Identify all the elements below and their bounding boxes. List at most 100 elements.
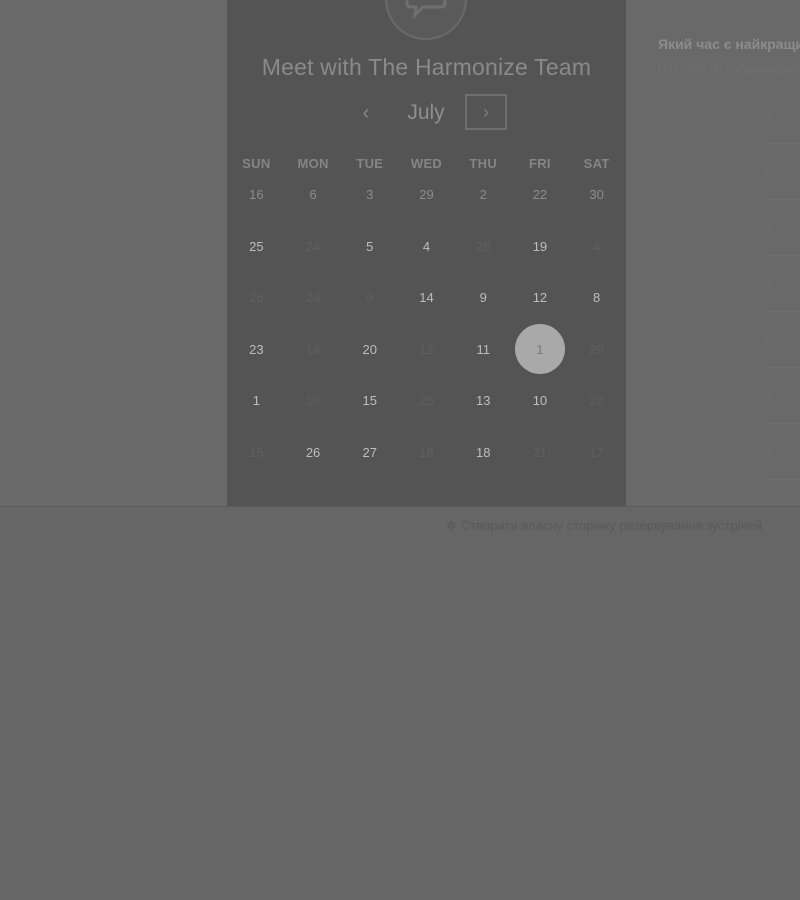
calendar-day: 22 bbox=[512, 169, 569, 221]
calendar-day[interactable]: 4 bbox=[398, 221, 455, 273]
calendar-day-number: 1 bbox=[536, 341, 544, 357]
calendar-day-number: 24 bbox=[305, 290, 321, 306]
time-slot[interactable]: 1 bbox=[766, 424, 800, 480]
calendar-day: 9 bbox=[341, 272, 398, 324]
calendar-day-number: 15 bbox=[249, 444, 264, 460]
calendar-day-number: 1 bbox=[252, 393, 260, 409]
calendar-day-number: 26 bbox=[249, 290, 264, 306]
chevron-left-icon: ‹ bbox=[362, 101, 370, 124]
calendar-day-number: 4 bbox=[422, 238, 431, 254]
calendar-day: 4 bbox=[568, 221, 625, 273]
calendar-day-number: 26 bbox=[305, 444, 321, 460]
calendar-day-number: 16 bbox=[249, 187, 264, 203]
time-slot[interactable]: 1 bbox=[766, 200, 800, 256]
sparkle-icon: ✲ bbox=[446, 518, 457, 533]
calendar-day: 15 bbox=[228, 427, 285, 479]
calendar-day[interactable]: 11 bbox=[455, 324, 512, 376]
calendar-day[interactable]: 13 bbox=[455, 375, 512, 427]
calendar-day[interactable]: 23 bbox=[228, 324, 285, 376]
time-selection-panel: Який час є найкращим? UTC +02:00 Східноє… bbox=[626, 0, 800, 506]
calendar-day[interactable]: 9 bbox=[455, 272, 512, 324]
page-title: Meet with The Harmonize Team bbox=[261, 54, 592, 80]
prev-month-button[interactable]: ‹ bbox=[351, 98, 381, 128]
calendar-day[interactable]: 5 bbox=[341, 221, 398, 273]
calendar-day-number: 13 bbox=[475, 393, 491, 409]
calendar-day: 10 bbox=[285, 375, 342, 427]
next-month-button[interactable]: › bbox=[465, 94, 507, 130]
chevron-right-icon: › bbox=[483, 101, 489, 122]
calendar-day: 24 bbox=[285, 272, 342, 324]
time-question: Який час є найкращим? bbox=[658, 36, 800, 52]
calendar-day-number: 19 bbox=[532, 238, 548, 254]
time-slot[interactable]: S bbox=[766, 144, 800, 200]
calendar-day[interactable]: 18 bbox=[455, 427, 512, 479]
month-navigation: ‹ July › bbox=[227, 94, 626, 132]
calendar-day: 18 bbox=[285, 324, 342, 376]
time-slot[interactable]: 1 bbox=[766, 256, 800, 312]
calendar-day: 18 bbox=[398, 427, 455, 479]
calendar-day-number: 30 bbox=[589, 187, 604, 203]
calendar-day-number: 25 bbox=[249, 238, 264, 254]
calendar-day-number: 8 bbox=[593, 290, 601, 306]
time-slot[interactable]: 1 bbox=[766, 368, 800, 424]
calendar-day-number: 9 bbox=[366, 290, 374, 306]
calendar-day-number: 29 bbox=[589, 341, 604, 357]
calendar-day-number: 15 bbox=[362, 393, 378, 409]
calendar-day-number: 4 bbox=[593, 238, 601, 254]
calendar-day: 29 bbox=[568, 324, 625, 376]
calendar-day-number: 23 bbox=[249, 341, 264, 357]
calendar-day[interactable]: 12 bbox=[512, 272, 569, 324]
booking-area: Meet with The Harmonize Team ‹ July › S U… bbox=[0, 0, 800, 507]
calendar-day: 16 bbox=[228, 169, 285, 221]
calendar-day[interactable]: 26 bbox=[285, 427, 342, 479]
calendar-day[interactable]: 8 bbox=[568, 272, 625, 324]
calendar-day: 2 bbox=[455, 169, 512, 221]
calendar-day: 28 bbox=[455, 221, 512, 273]
calendar-day-number: 18 bbox=[419, 444, 434, 460]
calendar-day: 6 bbox=[285, 169, 342, 221]
calendar-day-number: 28 bbox=[589, 393, 604, 409]
calendar-day-number: 11 bbox=[476, 341, 490, 357]
calendar-day[interactable]: 27 bbox=[341, 427, 398, 479]
calendar-day-number: 21 bbox=[532, 444, 548, 460]
time-slot[interactable]: 7 bbox=[766, 88, 800, 144]
calendar-day: 21 bbox=[512, 427, 569, 479]
calendar-day: 29 bbox=[398, 169, 455, 221]
calendar-day-number: 18 bbox=[305, 341, 321, 357]
calendar-day-number: 24 bbox=[305, 238, 321, 254]
calendar-day-number: 22 bbox=[532, 187, 548, 203]
calendar-day-number: 20 bbox=[362, 341, 378, 357]
calendar-day-number: 12 bbox=[532, 290, 548, 306]
calendar-day-number: 18 bbox=[475, 444, 491, 460]
calendar-day: 25 bbox=[398, 375, 455, 427]
calendar-day-number: 12 bbox=[419, 341, 434, 357]
calendar-day-number: 10 bbox=[532, 393, 548, 409]
time-slot-list: 7S11S11 bbox=[766, 88, 800, 480]
calendar-day-number: 28 bbox=[475, 238, 491, 254]
calendar-day: 3 bbox=[341, 169, 398, 221]
calendar-grid: 16 6 3 29 2 22 30 25 24 5 4 28 19 4 26 24 9 14 9 12 8 23 18 20 1… bbox=[227, 169, 626, 478]
calendar-day-number: 14 bbox=[419, 290, 434, 306]
month-label: July bbox=[407, 101, 445, 124]
calendar-day-number: 6 bbox=[309, 187, 317, 203]
calendar-day-selected[interactable]: 1 bbox=[512, 324, 569, 376]
calendar-day-number: 27 bbox=[362, 444, 378, 460]
create-booking-page-link[interactable]: ✲ Створити власну сторінку резервування з… bbox=[446, 518, 762, 534]
calendar-day: 24 bbox=[285, 221, 342, 273]
calendar-day[interactable]: 10 bbox=[512, 375, 569, 427]
calendar-day-number: 9 bbox=[479, 290, 487, 306]
calendar-day[interactable]: 15 bbox=[341, 375, 398, 427]
calendar-day: 12 bbox=[398, 324, 455, 376]
calendar-day: 17 bbox=[568, 427, 625, 479]
calendar-day: 30 bbox=[568, 169, 625, 221]
calendar-day-number: 3 bbox=[366, 187, 374, 203]
calendar-day[interactable]: 14 bbox=[398, 272, 455, 324]
calendar-day[interactable]: 1 bbox=[228, 375, 285, 427]
booking-page: Meet with The Harmonize Team ‹ July › S U… bbox=[0, 0, 800, 900]
calendar-day[interactable]: 20 bbox=[341, 324, 398, 376]
calendar-day[interactable]: 25 bbox=[228, 221, 285, 273]
time-slot[interactable]: S bbox=[766, 312, 800, 368]
chat-bubble-icon bbox=[405, 0, 447, 19]
calendar-day[interactable]: 19 bbox=[512, 221, 569, 273]
calendar-day: 26 bbox=[228, 272, 285, 324]
